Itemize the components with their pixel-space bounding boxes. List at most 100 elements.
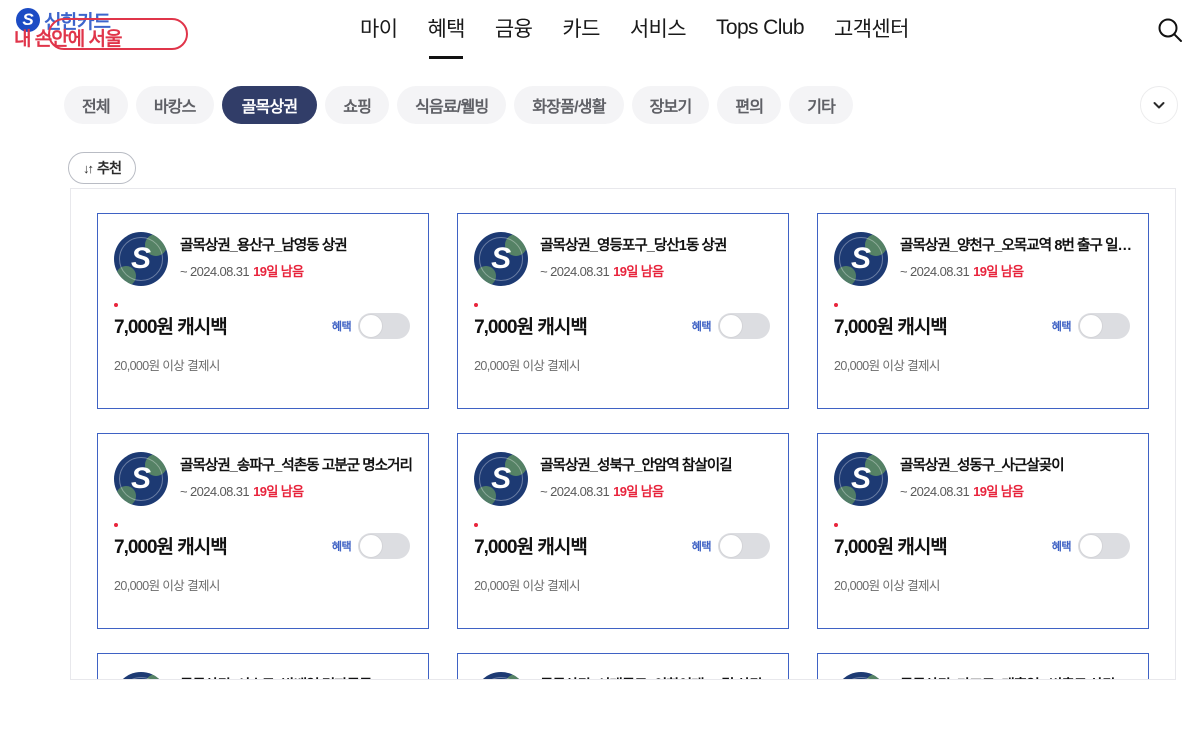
card-condition: 20,000원 이상 결제시 (834, 359, 940, 373)
card-benefit-toggle[interactable] (1078, 312, 1130, 339)
nav-item-tops-club[interactable]: Tops Club (716, 16, 805, 42)
sort-button[interactable]: ↓↑ 추천 (68, 152, 137, 184)
benefit-card[interactable]: S 골목상권_마포구_대흥역 3번출구 상권 ~ 2024.08.3119일 남… (817, 653, 1149, 679)
card-benefit-row: 7,000원 캐시백 혜택 (474, 303, 772, 339)
seoul-alley-commerce-logo-icon: S (474, 232, 529, 286)
site-header: S 신한카드 내 손안에 서울 마이 혜택 금융 카드 서비스 Tops Clu… (0, 0, 1200, 60)
search-icon[interactable] (1154, 14, 1186, 46)
seoul-alley-commerce-logo-icon: S (114, 452, 168, 506)
card-toggle-label: 혜택 (1051, 320, 1072, 333)
card-dday-badge: 19일 남음 (973, 264, 1024, 279)
main-navigation: 마이 혜택 금융 카드 서비스 Tops Club 고객센터 (360, 0, 909, 59)
card-amount-wrap: 7,000원 캐시백 (834, 303, 948, 339)
benefit-card[interactable]: S 골목상권_서대문구_이화여대2,8길 상권 ~ 2024.08.3119일 … (457, 653, 790, 679)
chip-grocery[interactable]: 장보기 (631, 86, 710, 124)
card-amount-wrap: 7,000원 캐시백 (114, 523, 228, 559)
chip-etc[interactable]: 기타 (789, 86, 854, 124)
card-condition: 20,000원 이상 결제시 (834, 579, 940, 593)
card-benefit-row: 7,000원 캐시백 혜택 (474, 523, 772, 559)
chip-convenience[interactable]: 편의 (717, 86, 782, 124)
card-benefit-row: 7,000원 캐시백 혜택 (114, 303, 412, 339)
benefit-card[interactable]: S 골목상권_성북구_안암역 참살이길 ~ 2024.08.31 19일 남음 7… (457, 433, 790, 629)
toggle-knob (719, 533, 744, 558)
seoul-alley-commerce-logo-icon: S (474, 672, 529, 679)
nav-item-finance[interactable]: 금융 (495, 13, 533, 45)
card-benefit-toggle-wrap[interactable]: 혜택 (332, 312, 412, 339)
card-benefit-row: 7,000원 캐시백 혜택 (834, 523, 1132, 559)
card-amount-wrap: 7,000원 캐시백 (114, 303, 228, 339)
sort-button-label: 추천 (97, 160, 122, 176)
seoul-alley-commerce-logo-icon: S (114, 672, 168, 679)
seoul-alley-commerce-logo-icon: S (474, 452, 529, 506)
card-header: S 골목상권_서초구_방배역 먹자골목 ~ 2024.08.3119일 남음 (114, 672, 412, 679)
nav-item-customer-center[interactable]: 고객센터 (834, 13, 909, 45)
brand-sub-text: 내 손안에 서울 (14, 29, 122, 50)
card-header: S 골목상권_용산구_남영동 상권 ~ 2024.08.31 19일 남음 (114, 232, 412, 286)
benefit-card[interactable]: S 골목상권_성동구_사근살곶이 ~ 2024.08.31 19일 남음 7,00… (817, 433, 1149, 629)
card-period: ~ 2024.08.31 19일 남음 (180, 261, 347, 280)
benefit-card[interactable]: S 골목상권_영등포구_당산1동 상권 ~ 2024.08.31 19일 남음 7… (457, 213, 790, 409)
card-cashback-amount: 7,000원 캐시백 (474, 317, 588, 338)
chip-all[interactable]: 전체 (64, 86, 128, 124)
card-toggle-label: 혜택 (331, 540, 352, 553)
card-cashback-amount: 7,000원 캐시백 (834, 317, 948, 338)
card-benefit-toggle[interactable] (718, 312, 771, 339)
card-dday-badge: 19일 남음 (613, 264, 664, 279)
card-title: 골목상권_송파구_석촌동 고분군 명소거리 (180, 458, 413, 474)
chip-alley-commerce[interactable]: 골목상권 (221, 86, 318, 124)
chip-shopping[interactable]: 쇼핑 (325, 86, 390, 124)
nav-item-service[interactable]: 서비스 (630, 13, 687, 45)
filter-expand-button[interactable] (1140, 86, 1178, 124)
card-period-text: ~ 2024.08.31 (540, 264, 610, 279)
nav-item-benefit[interactable]: 혜택 (427, 13, 466, 59)
card-title: 골목상권_용산구_남영동 상권 (180, 238, 347, 254)
card-cashback-amount: 7,000원 캐시백 (114, 537, 228, 558)
chip-food-wellbeing[interactable]: 식음료/웰빙 (397, 86, 507, 124)
sort-row: ↓↑ 추천 (0, 128, 1200, 188)
card-benefit-toggle[interactable] (718, 532, 771, 559)
card-header: S 골목상권_영등포구_당산1동 상권 ~ 2024.08.31 19일 남음 (474, 232, 772, 286)
sort-arrows-icon: ↓↑ (83, 160, 94, 176)
card-header: S 골목상권_성북구_안암역 참살이길 ~ 2024.08.31 19일 남음 (474, 452, 772, 506)
card-title: 골목상권_성동구_사근살곶이 (900, 458, 1064, 474)
seoul-alley-commerce-logo-icon: S (834, 672, 889, 679)
card-benefit-toggle-wrap[interactable]: 혜택 (692, 532, 772, 559)
card-benefit-toggle-wrap[interactable]: 혜택 (691, 312, 772, 339)
card-title: 골목상권_성북구_안암역 참살이길 (540, 458, 732, 474)
card-benefit-toggle[interactable] (358, 532, 411, 559)
benefit-card[interactable]: S 골목상권_용산구_남영동 상권 ~ 2024.08.31 19일 남음 7,0… (97, 213, 430, 409)
seoul-alley-commerce-logo-icon: S (114, 232, 168, 286)
card-cashback-amount: 7,000원 캐시백 (474, 537, 588, 558)
card-amount-wrap: 7,000원 캐시백 (474, 523, 588, 559)
card-dday-badge: 19일 남음 (973, 484, 1024, 499)
toggle-knob (359, 533, 384, 558)
benefit-card-panel: S 골목상권_용산구_남영동 상권 ~ 2024.08.31 19일 남음 7,0… (70, 188, 1176, 680)
card-benefit-row: 7,000원 캐시백 혜택 (114, 523, 412, 559)
benefit-card[interactable]: S 골목상권_송파구_석촌동 고분군 명소거리 ~ 2024.08.31 19일 … (97, 433, 430, 629)
card-benefit-toggle-wrap[interactable]: 혜택 (331, 532, 412, 559)
benefit-card[interactable]: S 골목상권_양천구_오목교역 8번 출구 일… ~ 2024.08.31 19일… (817, 213, 1149, 409)
card-toggle-label: 혜택 (691, 320, 712, 333)
card-amount-wrap: 7,000원 캐시백 (474, 303, 588, 339)
nav-item-card[interactable]: 카드 (562, 13, 600, 45)
benefit-card[interactable]: S 골목상권_서초구_방배역 먹자골목 ~ 2024.08.3119일 남음 7… (97, 653, 430, 679)
card-cashback-amount: 7,000원 캐시백 (834, 537, 948, 558)
card-benefit-toggle[interactable] (1078, 532, 1130, 559)
card-benefit-row: 7,000원 캐시백 혜택 (834, 303, 1132, 339)
brand-logo[interactable]: S 신한카드 내 손안에 서울 (8, 4, 308, 60)
card-dday-badge: 19일 남음 (613, 484, 664, 499)
seoul-alley-commerce-logo-icon: S (834, 232, 889, 286)
toggle-knob (359, 313, 384, 338)
card-benefit-toggle[interactable] (358, 312, 411, 339)
chip-cosmetics-living[interactable]: 화장품/생활 (514, 86, 624, 124)
card-title: 골목상권_양천구_오목교역 8번 출구 일… (900, 238, 1132, 254)
card-title: 골목상권_서대문구_이화여대2,8길 상권 (540, 674, 762, 679)
chip-vacance[interactable]: 바캉스 (135, 86, 214, 124)
nav-item-my[interactable]: 마이 (360, 13, 398, 45)
card-benefit-toggle-wrap[interactable]: 혜택 (1052, 532, 1132, 559)
card-benefit-toggle-wrap[interactable]: 혜택 (1051, 312, 1132, 339)
card-title: 골목상권_마포구_대흥역 3번출구 상권 (900, 674, 1114, 679)
card-period-text: ~ 2024.08.31 (540, 484, 610, 499)
card-period: ~ 2024.08.31 19일 남음 (540, 481, 732, 500)
card-period: ~ 2024.08.31 19일 남음 (900, 261, 1131, 280)
